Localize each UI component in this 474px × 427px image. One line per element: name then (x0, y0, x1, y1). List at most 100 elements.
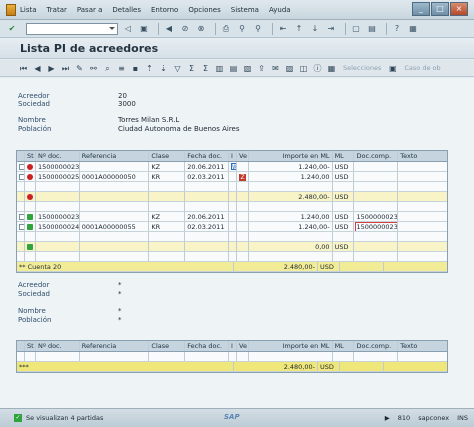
col-doc[interactable]: Nº doc. (36, 151, 80, 161)
enter-check-icon[interactable]: ✔ (6, 23, 18, 35)
find-next-icon[interactable]: ⚲ (252, 23, 264, 35)
grand-total-row[interactable]: *** 2.480,00- USD (17, 362, 447, 372)
col-importe[interactable]: Importe en ML (249, 341, 333, 351)
dispute-case-icon[interactable]: ▣ (387, 63, 398, 74)
table-row[interactable]: 1500000025 0001A00000050 KR 02.03.2011 Z… (17, 172, 447, 182)
menu-ayuda[interactable]: Ayuda (269, 6, 291, 14)
account-total-row[interactable]: ** Cuenta 20 2.480,00- USD (17, 262, 447, 272)
first-icon[interactable]: ⏮ (18, 63, 29, 74)
col-doc-comp[interactable]: Doc.comp. (354, 151, 399, 161)
shortcut-icon[interactable]: ▤ (366, 23, 378, 35)
help-icon[interactable]: ? (391, 23, 403, 35)
dispute-case-button[interactable]: Caso de ob (404, 64, 440, 72)
col-ve[interactable]: Ve (237, 151, 249, 161)
col-ve[interactable]: Ve (237, 341, 249, 351)
edit-icon[interactable]: ✎ (74, 63, 85, 74)
sort-ascending-icon[interactable]: ⇡ (144, 63, 155, 74)
layout-save-icon[interactable]: ▧ (242, 63, 253, 74)
info-icon[interactable]: ⓘ (312, 63, 323, 74)
previous-icon[interactable]: ◀ (32, 63, 43, 74)
col-fecha[interactable]: Fecha doc. (185, 341, 230, 351)
row-checkbox[interactable] (17, 162, 25, 171)
client-value[interactable]: 810 (398, 414, 410, 422)
mark-icon[interactable]: ▪ (130, 63, 141, 74)
last-icon[interactable]: ⏭ (60, 63, 71, 74)
col-st[interactable]: St (25, 341, 36, 351)
table-row[interactable]: 1500000023 KZ 20.06.2011 1.240,00 USD 15… (17, 212, 447, 222)
first-page-icon[interactable]: ⇤ (277, 23, 289, 35)
col-referencia[interactable]: Referencia (80, 151, 150, 161)
graphic-icon[interactable]: ▨ (284, 63, 295, 74)
menu-lista[interactable]: Lista (20, 6, 37, 14)
col-select[interactable] (17, 151, 25, 161)
col-clase[interactable]: Clase (149, 151, 186, 161)
col-ml[interactable]: ML (333, 151, 355, 161)
filter-icon[interactable]: ▽ (172, 63, 183, 74)
col-clase[interactable]: Clase (149, 341, 186, 351)
total-icon[interactable]: Σ (186, 63, 197, 74)
save-icon[interactable]: ▣ (138, 23, 150, 35)
menu-detalles[interactable]: Detalles (112, 6, 141, 14)
history-icon[interactable]: ◁ (122, 23, 134, 35)
new-session-icon[interactable]: ▢ (350, 23, 362, 35)
row-checkbox[interactable] (17, 212, 25, 221)
status-toggle-icon[interactable]: ▶ (385, 414, 390, 422)
choose-icon[interactable]: ⌕ (102, 63, 113, 74)
menu-tratar[interactable]: Tratar (47, 6, 67, 14)
subtotal-row[interactable]: 2.480,00- USD (17, 192, 447, 202)
back-icon[interactable]: ◀ (163, 23, 175, 35)
minimize-icon[interactable]: _ (412, 2, 430, 16)
layout-icon[interactable]: ▦ (407, 23, 419, 35)
menu-pasar-a[interactable]: Pasar a (77, 6, 103, 14)
doc-number[interactable]: 1500000024 (36, 222, 80, 231)
doc-comp[interactable]: 1500000023 (354, 222, 399, 231)
doc-number[interactable]: 1500000023 (36, 162, 80, 171)
subtotal-row[interactable]: 0,00 USD (17, 242, 447, 252)
close-icon[interactable]: × (450, 2, 468, 16)
details-icon[interactable]: ≡ (116, 63, 127, 74)
col-doc[interactable]: Nº doc. (36, 341, 80, 351)
sort-descending-icon[interactable]: ⇣ (158, 63, 169, 74)
layout-select-icon[interactable]: ▤ (228, 63, 239, 74)
layout-change-icon[interactable]: ▥ (214, 63, 225, 74)
col-ml[interactable]: ML (333, 341, 355, 351)
input-mode[interactable]: INS (457, 414, 468, 422)
table-row[interactable]: 1500000024 0001A00000055 KR 02.03.2011 1… (17, 222, 447, 232)
col-texto[interactable]: Texto (398, 341, 447, 351)
doc-number[interactable]: 1500000023 (36, 212, 80, 221)
display-icon[interactable]: ⚯ (88, 63, 99, 74)
sap-menu-icon[interactable] (6, 3, 16, 16)
menu-opciones[interactable]: Opciones (188, 6, 220, 14)
menu-sistema[interactable]: Sistema (231, 6, 259, 14)
prev-page-icon[interactable]: ↑ (293, 23, 305, 35)
cancel-icon[interactable]: ⊗ (195, 23, 207, 35)
col-i[interactable]: I (229, 341, 238, 351)
print-icon[interactable]: ⎙ (220, 23, 232, 35)
server-value[interactable]: sapconex (418, 414, 449, 422)
doc-comp-value[interactable]: 1500000023 (355, 222, 398, 231)
col-doc-comp[interactable]: Doc.comp. (354, 341, 399, 351)
menu-entorno[interactable]: Entorno (151, 6, 178, 14)
next-page-icon[interactable]: ↓ (309, 23, 321, 35)
subtotal-icon[interactable]: Σ (200, 63, 211, 74)
exit-icon[interactable]: ⊘ (179, 23, 191, 35)
col-referencia[interactable]: Referencia (80, 341, 150, 351)
abc-analysis-icon[interactable]: ◫ (298, 63, 309, 74)
selections-icon[interactable]: ▦ (326, 63, 337, 74)
maximize-icon[interactable]: □ (431, 2, 449, 16)
command-field[interactable] (26, 22, 118, 35)
col-st[interactable]: St (25, 151, 36, 161)
mail-icon[interactable]: ✉ (270, 63, 281, 74)
last-page-icon[interactable]: ⇥ (325, 23, 337, 35)
doc-number[interactable]: 1500000025 (36, 172, 80, 181)
row-checkbox[interactable] (17, 222, 25, 231)
table-row[interactable]: 1500000023 KZ 20.06.2011 W 1.240,00- USD (17, 162, 447, 172)
export-icon[interactable]: ⇪ (256, 63, 267, 74)
next-icon[interactable]: ▶ (46, 63, 57, 74)
col-importe[interactable]: Importe en ML (249, 151, 333, 161)
row-checkbox[interactable] (17, 172, 25, 181)
col-fecha[interactable]: Fecha doc. (185, 151, 230, 161)
col-i[interactable]: I (229, 151, 238, 161)
selections-button[interactable]: Selecciones (343, 64, 381, 72)
col-texto[interactable]: Texto (398, 151, 447, 161)
